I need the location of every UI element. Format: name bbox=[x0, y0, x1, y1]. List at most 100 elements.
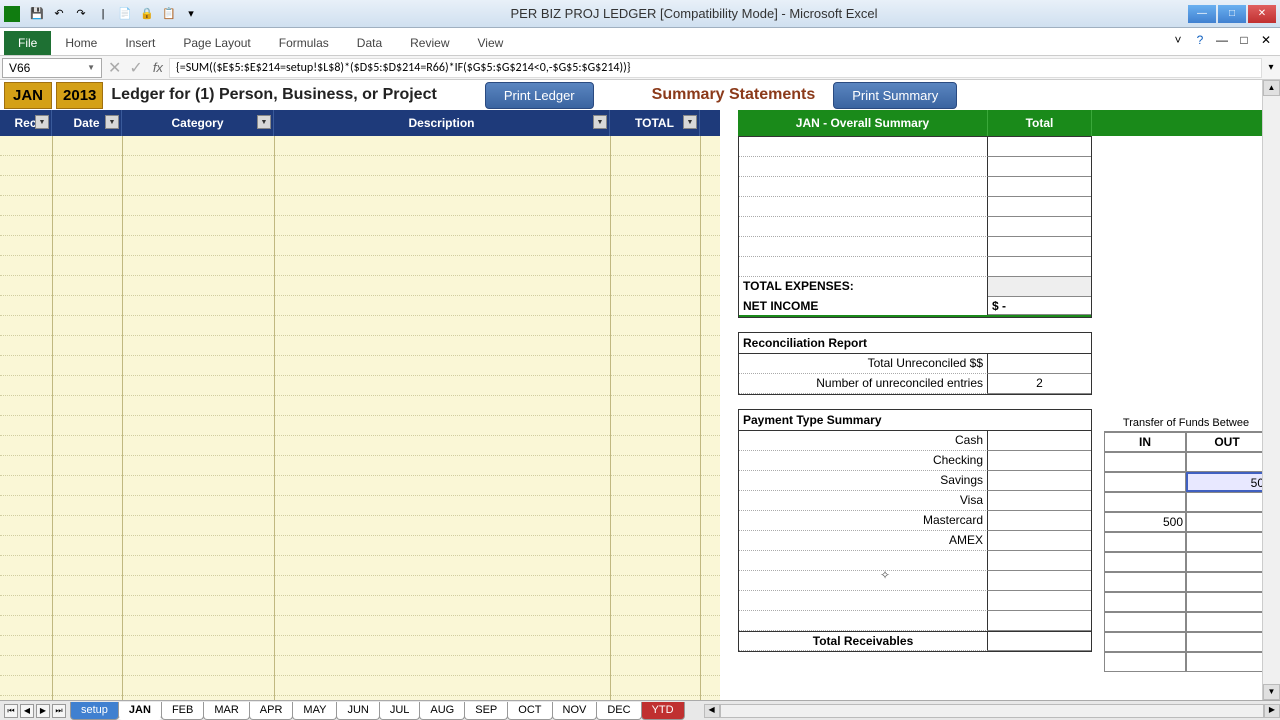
name-box[interactable]: V66 ▼ bbox=[2, 58, 102, 78]
title-bar: 💾 ↶ ↷ | 📄 🔒 📋 ▾ PER BIZ PROJ LEDGER [Com… bbox=[0, 0, 1280, 28]
header-category: Category▼ bbox=[122, 110, 274, 136]
tab-view[interactable]: View bbox=[464, 31, 518, 55]
close-button[interactable]: ✕ bbox=[1248, 5, 1276, 23]
minimize-button[interactable]: — bbox=[1188, 5, 1216, 23]
summary-header: JAN - Overall Summary Total bbox=[738, 110, 1262, 136]
payment-type-summary: Payment Type Summary Cash Checking Savin… bbox=[738, 409, 1092, 652]
tab-last-icon[interactable]: ⏭ bbox=[52, 704, 66, 718]
sheet-tabs-bar: ⏮ ◀ ▶ ⏭ setupJANFEBMARAPRMAYJUNJULAUGSEP… bbox=[0, 700, 1280, 720]
sheet-tab-dec[interactable]: DEC bbox=[596, 702, 641, 720]
sheet-tab-ytd[interactable]: YTD bbox=[641, 702, 685, 720]
total-receivables-label: Total Receivables bbox=[739, 632, 988, 651]
ribbon: File Home Insert Page Layout Formulas Da… bbox=[0, 28, 1280, 56]
formula-input[interactable]: {=SUM(($E$5:$E$214=setup!$L$8)*($D$5:$D$… bbox=[169, 58, 1262, 78]
redo-icon[interactable]: ↷ bbox=[72, 5, 90, 23]
ribbon-minimize-icon[interactable]: ˅ bbox=[1170, 32, 1186, 48]
enter-formula-icon[interactable]: ✓ bbox=[125, 58, 146, 78]
sheet-tab-aug[interactable]: AUG bbox=[419, 702, 465, 720]
ledger-header-row: JAN 2013 Ledger for (1) Person, Business… bbox=[0, 80, 1262, 110]
month-badge: JAN bbox=[4, 82, 52, 109]
recon-title: Reconciliation Report bbox=[739, 333, 1091, 354]
qat-custom-3[interactable]: 📋 bbox=[160, 5, 178, 23]
formula-expand-icon[interactable]: ▾ bbox=[1262, 62, 1280, 73]
transfer-checking-out: 50 bbox=[1186, 472, 1262, 492]
tab-file[interactable]: File bbox=[4, 31, 51, 55]
transfer-title: Transfer of Funds Betwee bbox=[1104, 415, 1262, 432]
net-income-value: $ - bbox=[988, 297, 1091, 315]
unrec-entries-value: 2 bbox=[988, 374, 1091, 394]
cell-reference: V66 bbox=[9, 61, 30, 75]
ledger-column-headers: Rec▼ Date▼ Category▼ Description▼ TOTAL▼ bbox=[0, 110, 720, 136]
payment-checking: Checking bbox=[739, 451, 988, 471]
hscroll-right-icon[interactable]: ▶ bbox=[1264, 704, 1280, 718]
help-icon[interactable]: ? bbox=[1192, 32, 1208, 48]
reconciliation-report: Reconciliation Report Total Unreconciled… bbox=[738, 332, 1092, 395]
tab-first-icon[interactable]: ⏮ bbox=[4, 704, 18, 718]
header-rec: Rec▼ bbox=[0, 110, 52, 136]
quick-access-toolbar: 💾 ↶ ↷ | 📄 🔒 📋 ▾ bbox=[28, 5, 200, 23]
net-income-label: NET INCOME bbox=[739, 297, 988, 315]
transfer-visa-in: 500 bbox=[1104, 512, 1186, 532]
cancel-formula-icon[interactable]: ✕ bbox=[104, 58, 125, 78]
save-icon[interactable]: 💾 bbox=[28, 5, 46, 23]
hscroll-left-icon[interactable]: ◀ bbox=[704, 704, 720, 718]
tab-prev-icon[interactable]: ◀ bbox=[20, 704, 34, 718]
ledger-body[interactable] bbox=[0, 136, 720, 700]
worksheet-area: JAN 2013 Ledger for (1) Person, Business… bbox=[0, 80, 1280, 700]
header-date: Date▼ bbox=[52, 110, 122, 136]
window-controls: — □ ✕ bbox=[1188, 5, 1276, 23]
sheet-tab-jan[interactable]: JAN bbox=[118, 702, 162, 720]
sheet-tab-nov[interactable]: NOV bbox=[552, 702, 598, 720]
filter-category-icon[interactable]: ▼ bbox=[257, 115, 271, 129]
payment-cash: Cash bbox=[739, 431, 988, 451]
print-summary-button[interactable]: Print Summary bbox=[833, 82, 957, 109]
filter-total-icon[interactable]: ▼ bbox=[683, 115, 697, 129]
tab-formulas[interactable]: Formulas bbox=[265, 31, 343, 55]
sheet-tabs-list: setupJANFEBMARAPRMAYJUNJULAUGSEPOCTNOVDE… bbox=[70, 702, 684, 720]
fx-icon[interactable]: fx bbox=[147, 60, 169, 75]
sheet-tab-sep[interactable]: SEP bbox=[464, 702, 508, 720]
qat-dropdown-icon[interactable]: ▾ bbox=[182, 5, 200, 23]
workbook-minimize-icon[interactable]: — bbox=[1214, 32, 1230, 48]
header-total: TOTAL▼ bbox=[610, 110, 700, 136]
transfer-out-header: OUT bbox=[1186, 432, 1262, 452]
sheet-tab-setup[interactable]: setup bbox=[70, 702, 119, 720]
filter-description-icon[interactable]: ▼ bbox=[593, 115, 607, 129]
tab-next-icon[interactable]: ▶ bbox=[36, 704, 50, 718]
hscroll-track[interactable] bbox=[720, 704, 1264, 718]
sheet-tab-oct[interactable]: OCT bbox=[507, 702, 552, 720]
sheet-tab-apr[interactable]: APR bbox=[249, 702, 294, 720]
total-expenses-label: TOTAL EXPENSES: bbox=[739, 277, 988, 297]
qat-custom-2[interactable]: 🔒 bbox=[138, 5, 156, 23]
qat-custom-1[interactable]: 📄 bbox=[116, 5, 134, 23]
undo-icon[interactable]: ↶ bbox=[50, 5, 68, 23]
sheet-tab-may[interactable]: MAY bbox=[292, 702, 337, 720]
horizontal-scrollbar[interactable]: ◀ ▶ bbox=[704, 704, 1280, 718]
summary-header-main: JAN - Overall Summary bbox=[738, 110, 988, 136]
tab-home[interactable]: Home bbox=[51, 31, 111, 55]
tab-review[interactable]: Review bbox=[396, 31, 463, 55]
tab-data[interactable]: Data bbox=[343, 31, 396, 55]
filter-date-icon[interactable]: ▼ bbox=[105, 115, 119, 129]
summary-header-total: Total bbox=[988, 110, 1092, 136]
workbook-close-icon[interactable]: ✕ bbox=[1258, 32, 1274, 48]
scroll-up-icon[interactable]: ▲ bbox=[1263, 80, 1280, 96]
sheet-tab-jul[interactable]: JUL bbox=[379, 702, 421, 720]
name-box-dropdown-icon[interactable]: ▼ bbox=[87, 63, 95, 72]
workbook-restore-icon[interactable]: □ bbox=[1236, 32, 1252, 48]
qat-separator: | bbox=[94, 5, 112, 23]
vertical-scrollbar[interactable]: ▲ ▼ bbox=[1262, 80, 1280, 700]
tab-insert[interactable]: Insert bbox=[111, 31, 169, 55]
transfer-in-header: IN bbox=[1104, 432, 1186, 452]
sheet-tab-mar[interactable]: MAR bbox=[203, 702, 249, 720]
scroll-down-icon[interactable]: ▼ bbox=[1263, 684, 1280, 700]
tab-page-layout[interactable]: Page Layout bbox=[169, 31, 264, 55]
sheet-tab-feb[interactable]: FEB bbox=[161, 702, 204, 720]
payment-amex: AMEX bbox=[739, 531, 988, 551]
ledger-table: Rec▼ Date▼ Category▼ Description▼ TOTAL▼ bbox=[0, 110, 720, 700]
transfer-of-funds: Transfer of Funds Betwee IN OUT 50 500 bbox=[1104, 415, 1262, 672]
filter-rec-icon[interactable]: ▼ bbox=[35, 115, 49, 129]
sheet-tab-jun[interactable]: JUN bbox=[336, 702, 379, 720]
maximize-button[interactable]: □ bbox=[1218, 5, 1246, 23]
print-ledger-button[interactable]: Print Ledger bbox=[485, 82, 594, 109]
